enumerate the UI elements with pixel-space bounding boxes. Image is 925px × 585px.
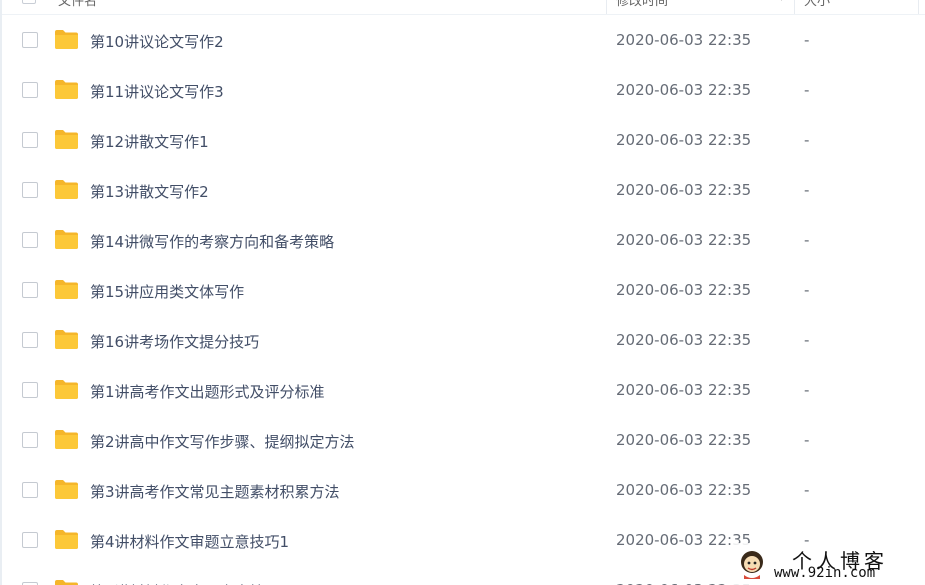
file-row[interactable]: 第3讲高考作文常见主题素材积累方法 2020-06-03 22:35 - [2, 450, 925, 502]
file-row[interactable]: 第16讲考场作文提分技巧 2020-06-03 22:35 - [2, 300, 925, 352]
file-row[interactable]: 第14讲微写作的考察方向和备考策略 2020-06-03 22:35 - [2, 200, 925, 252]
file-name[interactable]: 第16讲考场作文提分技巧 [90, 331, 259, 352]
watermark-url: www.92in.com [774, 565, 876, 581]
row-checkbox[interactable] [22, 32, 38, 48]
row-checkbox[interactable] [22, 382, 38, 398]
row-checkbox[interactable] [22, 432, 38, 448]
file-name[interactable]: 第14讲微写作的考察方向和备考策略 [90, 231, 334, 252]
modified-time: 2020-06-03 22:35 [616, 181, 752, 199]
file-name[interactable]: 第1讲高考作文出题形式及评分标准 [90, 381, 325, 402]
row-checkbox[interactable] [22, 532, 38, 548]
file-size: - [804, 131, 810, 149]
file-list-panel: 文件名 修改时间 大小 第10讲议论文写作2 2020-06-03 22:35- 第… [0, 0, 925, 585]
row-checkbox[interactable] [22, 182, 38, 198]
file-row[interactable]: 第13讲散文写作2 2020-06-03 22:35 - [2, 150, 925, 202]
folder-icon[interactable] [54, 179, 79, 200]
modified-time: 2020-06-03 22:35 [616, 131, 752, 149]
file-row[interactable]: 第1讲高考作文出题形式及评分标准 2020-06-03 22:35 - [2, 350, 925, 402]
file-size: - [804, 231, 810, 249]
file-size: - [804, 31, 810, 49]
row-checkbox[interactable] [22, 332, 38, 348]
folder-icon[interactable] [54, 479, 79, 500]
modified-time: 2020-06-03 22:35 [616, 331, 752, 349]
file-name[interactable]: 第13讲散文写作2 [90, 181, 209, 202]
folder-icon[interactable] [54, 579, 79, 585]
row-checkbox[interactable] [22, 82, 38, 98]
file-name[interactable]: 第4讲材料作文审题立意技巧1 [90, 531, 289, 552]
modified-time: 2020-06-03 22:35 [616, 381, 752, 399]
folder-icon[interactable] [54, 379, 79, 400]
file-name[interactable]: 第10讲议论文写作2 [90, 31, 224, 52]
modified-time: 2020-06-03 22:35 [616, 581, 751, 585]
row-checkbox[interactable] [22, 232, 38, 248]
file-row[interactable]: 第10讲议论文写作2 2020-06-03 22:35 - [2, 0, 925, 52]
modified-time: 2020-06-03 22:35 [616, 431, 752, 449]
file-name[interactable]: 第2讲高中作文写作步骤、提纲拟定方法 [90, 431, 355, 452]
modified-time: 2020-06-03 22:35 [616, 81, 752, 99]
modified-time: 2020-06-03 22:35 [616, 31, 752, 49]
folder-icon[interactable] [54, 79, 79, 100]
file-row[interactable]: 第11讲议论文写作3 2020-06-03 22:35 - [2, 50, 925, 102]
folder-icon[interactable] [54, 329, 79, 350]
file-size: - [804, 381, 810, 399]
file-size: - [804, 331, 810, 349]
file-row[interactable]: 第2讲高中作文写作步骤、提纲拟定方法 2020-06-03 22:35 - [2, 400, 925, 452]
folder-icon[interactable] [54, 29, 79, 50]
folder-icon[interactable] [54, 429, 79, 450]
folder-icon[interactable] [54, 529, 79, 550]
file-size: - [804, 181, 810, 199]
row-checkbox[interactable] [22, 282, 38, 298]
file-name[interactable]: 第11讲议论文写作3 [90, 81, 224, 102]
folder-icon[interactable] [54, 279, 79, 300]
file-row[interactable]: 第15讲应用类文体写作 2020-06-03 22:35 - [2, 250, 925, 302]
file-size: - [804, 281, 810, 299]
modified-time: 2020-06-03 22:35 [616, 481, 752, 499]
folder-icon[interactable] [54, 129, 79, 150]
file-size: - [804, 481, 810, 499]
modified-time: 2020-06-03 22:35 [616, 231, 752, 249]
row-checkbox[interactable] [22, 482, 38, 498]
mascot-icon [741, 551, 763, 579]
file-name[interactable]: 第3讲高考作文常见主题素材积累方法 [90, 481, 340, 502]
file-name[interactable]: 第5讲材料作文审题立意技巧2 [90, 581, 289, 585]
row-checkbox[interactable] [22, 132, 38, 148]
folder-icon[interactable] [54, 229, 79, 250]
file-size: - [804, 81, 810, 99]
file-size: - [804, 431, 810, 449]
file-name[interactable]: 第15讲应用类文体写作 [90, 281, 244, 302]
modified-time: 2020-06-03 22:35 [616, 281, 752, 299]
file-name[interactable]: 第12讲散文写作1 [90, 131, 209, 152]
modified-time: 2020-06-03 22:35 [616, 531, 752, 549]
file-row[interactable]: 第12讲散文写作1 2020-06-03 22:35 - [2, 100, 925, 152]
watermark: 个人博客 www.92in.com [732, 543, 925, 585]
